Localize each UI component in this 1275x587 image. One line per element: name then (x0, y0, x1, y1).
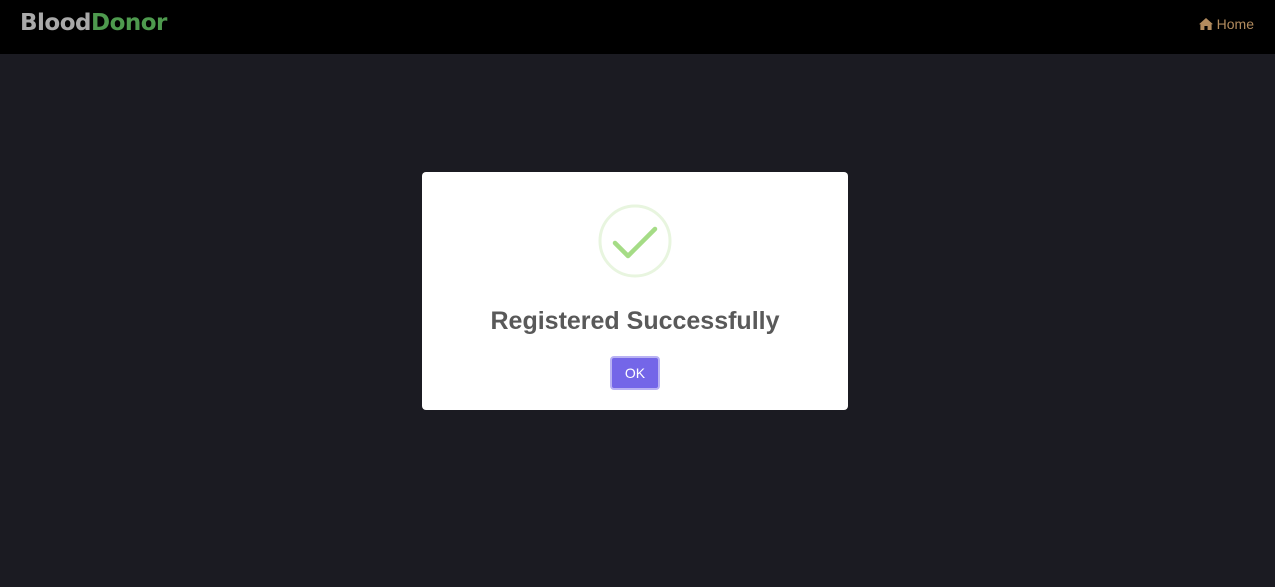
success-dialog: Registered Successfully OK (422, 172, 848, 410)
dialog-title: Registered Successfully (490, 307, 780, 335)
home-icon (1198, 17, 1214, 31)
nav-home-label: Home (1216, 16, 1254, 32)
success-check-icon (598, 204, 672, 278)
nav-home-link[interactable]: Home (1198, 15, 1254, 33)
ok-button[interactable]: OK (610, 356, 660, 390)
navbar: BloodDonor Home (0, 0, 1275, 54)
brand-logo[interactable]: BloodDonor (20, 8, 167, 38)
brand-donor: Donor (90, 10, 167, 36)
brand-blood: Blood (20, 10, 91, 36)
